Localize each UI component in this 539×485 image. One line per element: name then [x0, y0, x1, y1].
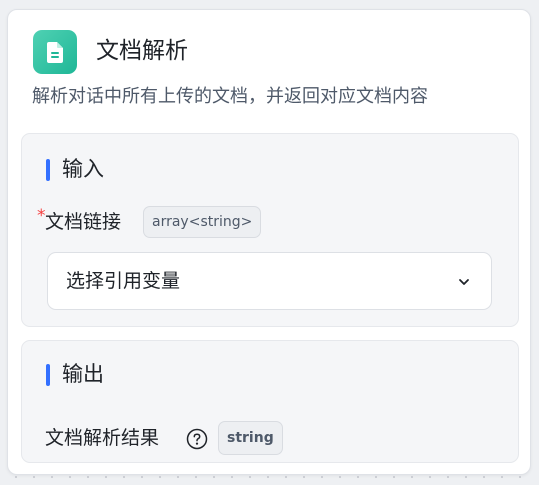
chevron-down-icon [459, 279, 469, 285]
variable-select-value: 选择引用变量 [66, 270, 181, 292]
document-icon [33, 30, 77, 74]
canvas-dot-grid [7, 474, 529, 480]
type-tag-array-string: array<string> [143, 206, 262, 238]
output-section: 输出 文档解析结果 string [21, 340, 519, 463]
input-section: 输入 * 文档链接 array<string> 选择引用变量 [21, 133, 519, 327]
question-circle-icon[interactable] [186, 428, 208, 450]
document-parse-node-card[interactable]: 文档解析 解析对话中所有上传的文档，并返回对应文档内容 输入 * 文档链接 ar… [7, 9, 531, 475]
parse-result-label: 文档解析结果 [45, 427, 160, 449]
input-section-title: 输入 [62, 157, 104, 181]
section-accent-bar [46, 159, 50, 181]
section-accent-bar [46, 364, 50, 386]
document-link-label: 文档链接 [45, 211, 122, 233]
node-title: 文档解析 [96, 38, 188, 64]
node-description: 解析对话中所有上传的文档，并返回对应文档内容 [32, 86, 428, 107]
output-section-title: 输出 [62, 362, 104, 386]
variable-select[interactable]: 选择引用变量 [47, 252, 492, 310]
type-tag-string: string [218, 421, 283, 455]
